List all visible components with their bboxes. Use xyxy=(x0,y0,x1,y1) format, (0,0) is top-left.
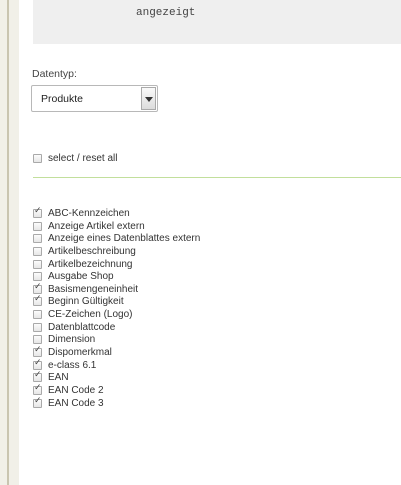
select-all-row[interactable]: select / reset all xyxy=(33,153,233,165)
chevron-down-icon xyxy=(145,97,153,102)
field-checkbox[interactable] xyxy=(33,396,42,408)
field-checkbox[interactable] xyxy=(33,234,42,244)
code-block: angezeigt xyxy=(33,0,401,44)
datatype-select[interactable]: Produkte xyxy=(31,85,158,112)
select-all-checkbox[interactable] xyxy=(33,154,42,163)
field-checkbox[interactable] xyxy=(33,221,42,231)
field-checkbox-list: ABC-KennzeichenAnzeige Artikel externAnz… xyxy=(33,206,333,411)
field-row[interactable]: EAN xyxy=(33,370,333,385)
field-label: EAN xyxy=(48,372,69,384)
field-checkbox[interactable] xyxy=(33,358,42,370)
field-label: Artikelbezeichnung xyxy=(48,258,133,270)
field-label: Ausgabe Shop xyxy=(48,271,114,283)
field-label: Artikelbeschreibung xyxy=(48,245,136,257)
datatype-label: Datentyp: xyxy=(32,68,77,80)
field-row[interactable]: EAN Code 2 xyxy=(33,383,333,398)
field-checkbox[interactable] xyxy=(33,322,42,332)
field-row[interactable]: Beginn Gültigkeit xyxy=(33,294,333,309)
field-label: Anzeige eines Datenblattes extern xyxy=(48,233,201,245)
left-rail xyxy=(0,0,19,485)
field-checkbox[interactable] xyxy=(33,259,42,269)
field-checkbox[interactable] xyxy=(33,272,42,282)
field-row[interactable]: Dimension xyxy=(33,334,333,347)
field-checkbox[interactable] xyxy=(33,282,42,294)
field-row[interactable]: Artikelbezeichnung xyxy=(33,259,333,272)
field-row[interactable]: Artikelbeschreibung xyxy=(33,246,333,259)
field-label: Dimension xyxy=(48,334,96,346)
field-row[interactable]: Anzeige Artikel extern xyxy=(33,221,333,234)
field-checkbox[interactable] xyxy=(33,370,42,383)
field-label: Anzeige Artikel extern xyxy=(48,220,145,232)
field-row[interactable]: Dispomerkmal xyxy=(33,345,333,360)
field-checkbox[interactable] xyxy=(33,206,42,218)
datatype-select-value: Produkte xyxy=(41,93,84,105)
field-checkbox[interactable] xyxy=(33,246,42,256)
field-checkbox[interactable] xyxy=(33,335,42,345)
select-dropdown-button[interactable] xyxy=(141,87,156,110)
field-label: Datenblattcode xyxy=(48,321,116,333)
divider xyxy=(33,177,401,178)
field-row[interactable]: Anzeige eines Datenblattes extern xyxy=(33,233,333,246)
field-row[interactable]: Ausgabe Shop xyxy=(33,271,333,284)
field-label: ABC-Kennzeichen xyxy=(48,208,130,219)
field-label: Dispomerkmal xyxy=(48,347,112,359)
field-label: EAN Code 2 xyxy=(48,384,104,396)
field-row[interactable]: CE-Zeichen (Logo) xyxy=(33,309,333,322)
field-label: e-class 6.1 xyxy=(48,359,97,371)
rail-line xyxy=(7,0,9,485)
field-label: Beginn Gültigkeit xyxy=(48,296,124,308)
field-row[interactable]: ABC-Kennzeichen xyxy=(33,206,333,221)
field-row[interactable]: EAN Code 3 xyxy=(33,396,333,411)
field-checkbox[interactable] xyxy=(33,383,42,395)
field-row[interactable]: Datenblattcode xyxy=(33,322,333,335)
field-checkbox[interactable] xyxy=(33,345,42,358)
select-all-label: select / reset all xyxy=(48,153,118,164)
field-label: EAN Code 3 xyxy=(48,397,104,409)
field-label: CE-Zeichen (Logo) xyxy=(48,309,133,321)
field-checkbox[interactable] xyxy=(33,310,42,320)
field-label: Basismengeneinheit xyxy=(48,283,139,295)
field-row[interactable]: e-class 6.1 xyxy=(33,358,333,373)
field-row[interactable]: Basismengeneinheit xyxy=(33,282,333,297)
field-checkbox[interactable] xyxy=(33,294,42,307)
code-text: angezeigt xyxy=(136,7,196,19)
